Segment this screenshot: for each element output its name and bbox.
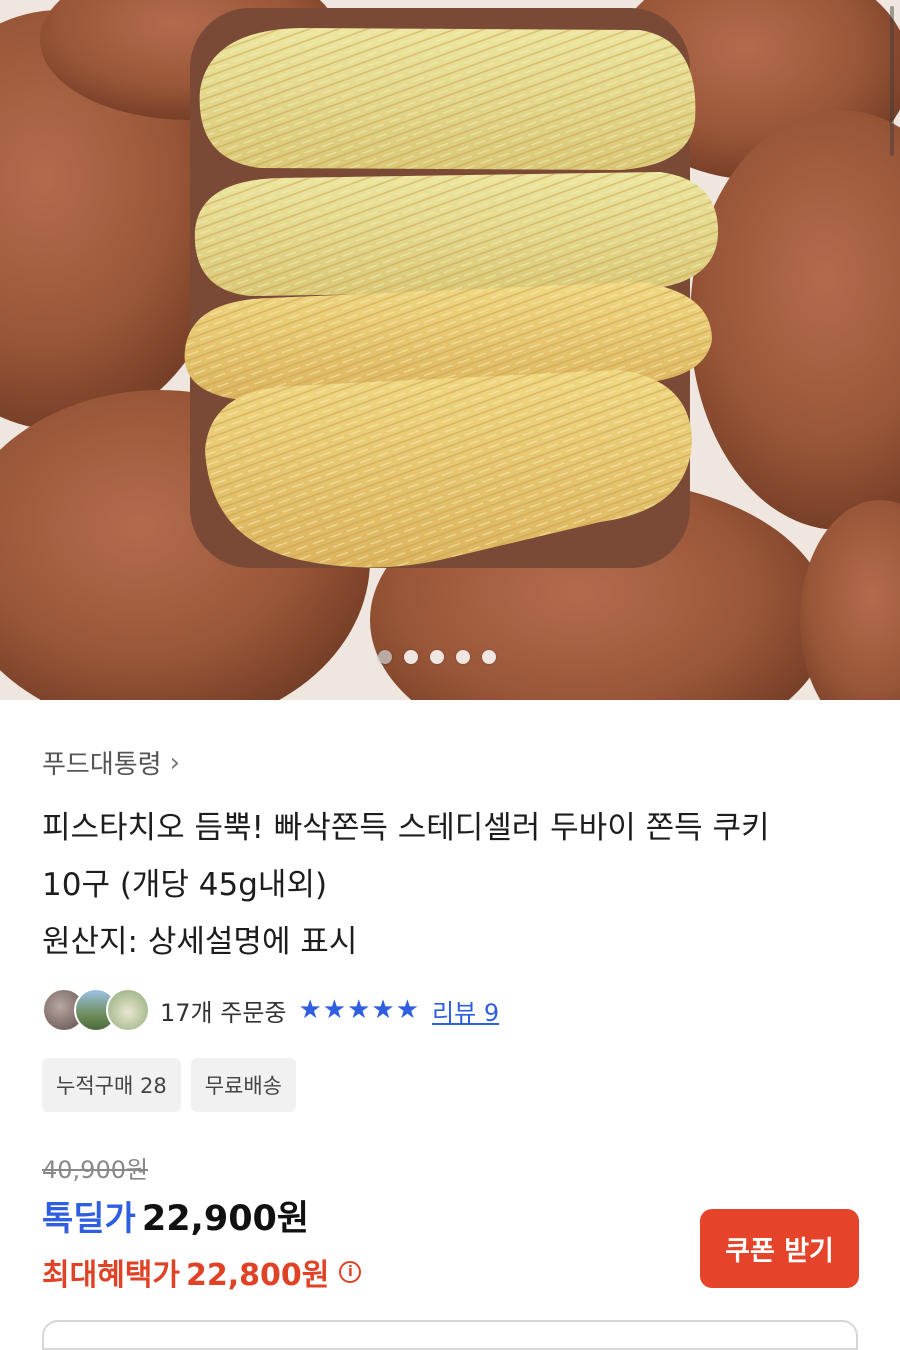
order-count: 17개 주문중 [160,998,287,1027]
max-benefit-label: 최대혜택가 [42,1258,180,1293]
product-image[interactable] [0,0,900,700]
carousel-dot[interactable] [456,650,470,664]
star-rating-icon: ★★★★★ [298,995,421,1025]
product-photo [0,0,900,700]
deal-label: 톡딜가 [42,1199,136,1239]
coupon-button[interactable]: 쿠폰 받기 [700,1209,859,1288]
tag-free-shipping: 무료배송 [190,1058,296,1112]
chevron-right-icon: › [169,747,181,778]
seller-name: 푸드대통령 [42,750,162,780]
max-benefit-row: 최대혜택가 22,800원 i [42,1250,362,1294]
carousel-dot[interactable] [404,650,418,664]
deal-price: 22,900원 [141,1199,310,1239]
scrollbar-thumb[interactable] [890,6,894,156]
original-price: 40,900원 [42,1156,149,1184]
seller-link[interactable]: 푸드대통령 › [42,744,180,781]
carousel-dot[interactable] [482,650,496,664]
bottom-panel-edge [42,1320,858,1350]
max-benefit-price: 22,800원 [186,1258,330,1293]
product-title-line2: 10구 (개당 45g내외) [42,867,328,903]
info-icon[interactable]: i [339,1261,362,1283]
tag-cumulative-purchases: 누적구매 28 [42,1058,181,1112]
carousel-indicators [378,650,496,664]
tag-list: 누적구매 28 무료배송 [42,1058,296,1112]
buyer-avatars [42,988,150,1032]
deal-price-row: 톡딜가 22,900원 [42,1190,309,1241]
review-link[interactable]: 리뷰 9 [432,993,499,1028]
product-title-line1: 피스타치오 듬뿍! 빠삭쫀득 스테디셀러 두바이 쫀득 쿠키 [42,810,770,846]
product-title: 피스타치오 듬뿍! 빠삭쫀득 스테디셀러 두바이 쫀득 쿠키 10구 (개당 4… [42,800,872,971]
carousel-dot[interactable] [430,650,444,664]
carousel-dot[interactable] [378,650,392,664]
product-origin: 원산지: 상세설명에 표시 [42,924,358,960]
product-stats: 17개 주문중 ★★★★★ 리뷰 9 [42,988,499,1032]
avatar [106,988,150,1032]
